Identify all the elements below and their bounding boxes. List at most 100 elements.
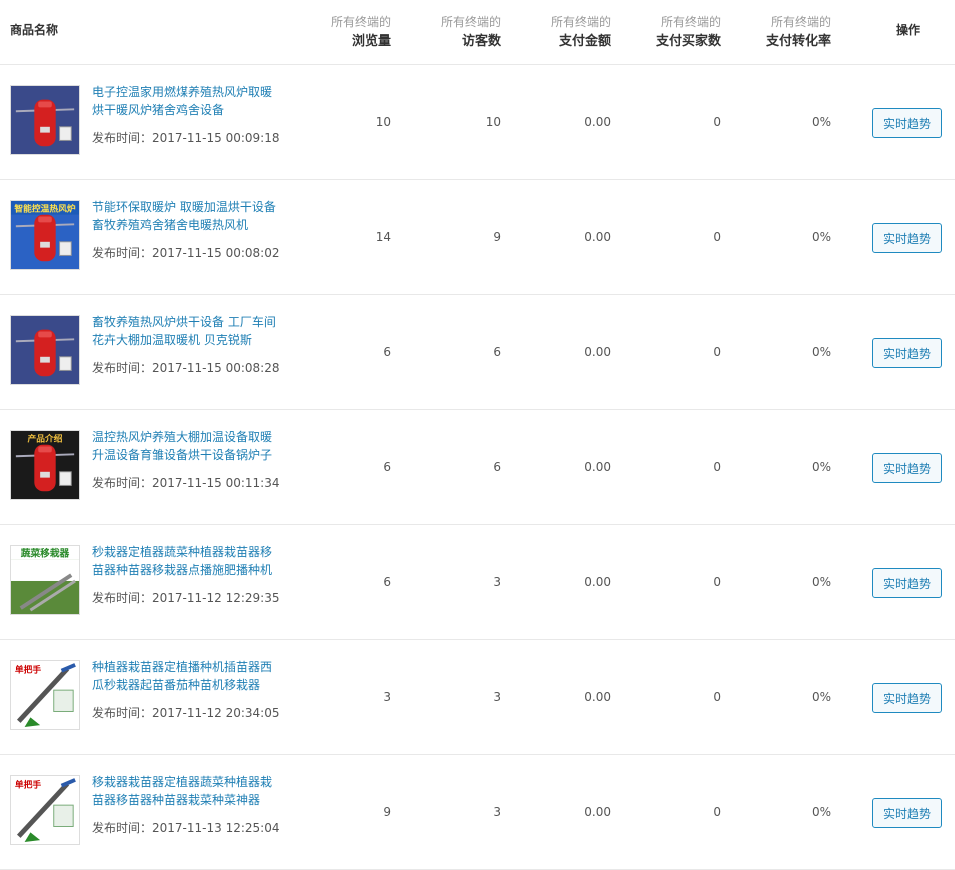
publish-time: 发布时间：2017-11-15 00:09:18 xyxy=(92,129,279,146)
publish-time: 发布时间：2017-11-12 12:29:35 xyxy=(92,589,279,606)
product-name-line1: 节能环保取暖炉 取暖加温烘干设备 xyxy=(92,200,276,214)
realtime-trend-button[interactable]: 实时趋势 xyxy=(872,453,942,483)
visitors-cell: 3 xyxy=(493,575,501,589)
pay-buyers-cell: 0 xyxy=(713,115,721,129)
pay-buyers-cell: 0 xyxy=(713,805,721,819)
table-row: 电子控温家用燃煤养殖热风炉取暖 烘干暖风炉猪舍鸡舍设备发布时间：2017-11-1… xyxy=(0,65,955,180)
visitors-cell: 10 xyxy=(485,115,501,129)
publish-time-value: 2017-11-15 00:11:34 xyxy=(152,476,280,490)
product-name-line2: 瓜秒栽器起苗番茄种苗机移栽器 xyxy=(92,678,261,692)
product-name-link[interactable]: 移栽器栽苗器定植器蔬菜种植器栽 苗器移苗器种苗器栽菜种菜神器 xyxy=(92,773,282,809)
product-name-link[interactable]: 温控热风炉养殖大棚加温设备取暖 升温设备育雏设备烘干设备锅炉子 xyxy=(92,428,282,464)
header-conversion-rate[interactable]: 所有终端的 支付转化率 xyxy=(721,12,831,52)
publish-time-value: 2017-11-12 12:29:35 xyxy=(152,591,280,605)
pay-amount-cell: 0.00 xyxy=(584,460,611,474)
header-pay-buyers-prefix: 所有终端的 xyxy=(660,15,721,29)
conversion-rate-cell: 0% xyxy=(811,805,831,819)
pay-amount-cell: 0.00 xyxy=(584,345,611,359)
publish-time-value: 2017-11-15 00:08:28 xyxy=(152,361,280,375)
svg-text:单把手: 单把手 xyxy=(15,664,41,676)
publish-time: 发布时间：2017-11-12 20:34:05 xyxy=(92,704,279,721)
product-name-line2: 花卉大棚加温取暖机 贝克锐斯 xyxy=(92,333,252,347)
views-cell: 10 xyxy=(375,115,391,129)
conversion-rate-cell: 0% xyxy=(811,460,831,474)
publish-time-prefix: 发布时间： xyxy=(92,361,153,375)
product-name-link[interactable]: 秒栽器定植器蔬菜种植器栽苗器移 苗器种苗器移栽器点播施肥播种机 xyxy=(92,543,282,579)
conversion-rate-cell: 0% xyxy=(811,575,831,589)
product-thumbnail[interactable]: 智能控温热风炉 xyxy=(10,200,80,270)
product-thumbnail[interactable]: 蔬菜移栽器 xyxy=(10,545,80,615)
table-row: 单把手 种植器栽苗器定植播种机插苗器西 瓜秒栽器起苗番茄种苗机移栽器发布时间：201… xyxy=(0,640,955,755)
visitors-cell: 6 xyxy=(493,460,501,474)
product-name-link[interactable]: 电子控温家用燃煤养殖热风炉取暖 烘干暖风炉猪舍鸡舍设备 xyxy=(92,83,282,119)
realtime-trend-button[interactable]: 实时趋势 xyxy=(872,223,942,253)
realtime-trend-button[interactable]: 实时趋势 xyxy=(872,338,942,368)
header-views-prefix: 所有终端的 xyxy=(330,15,391,29)
header-pay-amount-prefix: 所有终端的 xyxy=(550,15,611,29)
publish-time: 发布时间：2017-11-13 12:25:04 xyxy=(92,819,279,836)
publish-time-prefix: 发布时间： xyxy=(92,131,153,145)
header-visitors-prefix: 所有终端的 xyxy=(440,15,501,29)
product-name-line1: 种植器栽苗器定植播种机插苗器西 xyxy=(92,660,273,674)
thumb-label-text: 产品介绍 xyxy=(28,433,63,445)
pay-buyers-cell: 0 xyxy=(713,460,721,474)
views-cell: 3 xyxy=(383,690,391,704)
header-visitors-label: 访客数 xyxy=(461,34,501,49)
publish-time-value: 2017-11-15 00:08:02 xyxy=(152,246,280,260)
views-cell: 14 xyxy=(375,230,391,244)
views-cell: 6 xyxy=(383,575,391,589)
header-pay-amount-label: 支付金额 xyxy=(558,34,611,49)
pay-amount-cell: 0.00 xyxy=(584,690,611,704)
realtime-trend-button[interactable]: 实时趋势 xyxy=(872,798,942,828)
product-name-link[interactable]: 节能环保取暖炉 取暖加温烘干设备 畜牧养殖鸡舍猪舍电暖热风机 xyxy=(92,198,282,234)
thumb-label-text: 智能控温热风炉 xyxy=(14,203,75,215)
product-thumbnail[interactable]: 单把手 xyxy=(10,660,80,730)
table-row: 智能控温热风炉 节能环保取暖炉 取暖加温烘干设备 畜牧养殖鸡舍猪舍电暖热风机 发布时间… xyxy=(0,180,955,295)
views-cell: 6 xyxy=(383,460,391,474)
publish-time-value: 2017-11-12 20:34:05 xyxy=(152,706,280,720)
realtime-trend-button[interactable]: 实时趋势 xyxy=(872,568,942,598)
publish-time: 发布时间：2017-11-15 00:08:28 xyxy=(92,359,279,376)
header-operation: 操作 xyxy=(895,23,920,37)
product-name-link[interactable]: 畜牧养殖热风炉烘干设备 工厂车间 花卉大棚加温取暖机 贝克锐斯 xyxy=(92,313,282,349)
visitors-cell: 3 xyxy=(493,805,501,819)
header-visitors[interactable]: 所有终端的 访客数 xyxy=(391,12,501,52)
product-name-line1: 电子控温家用燃煤养殖热风炉取暖 xyxy=(92,85,273,99)
table-header: 商品名称 所有终端的 浏览量 所有终端的 访客数 所有终端的 支付金额 所有终端… xyxy=(0,0,955,65)
realtime-trend-button[interactable]: 实时趋势 xyxy=(872,108,942,138)
visitors-cell: 3 xyxy=(493,690,501,704)
header-pay-buyers-label: 支付买家数 xyxy=(655,34,721,49)
header-pay-amount[interactable]: 所有终端的 支付金额 xyxy=(501,12,611,52)
product-name-link[interactable]: 种植器栽苗器定植播种机插苗器西 瓜秒栽器起苗番茄种苗机移栽器 xyxy=(92,658,282,694)
product-stats-table: 商品名称 所有终端的 浏览量 所有终端的 访客数 所有终端的 支付金额 所有终端… xyxy=(0,0,955,870)
product-thumbnail[interactable] xyxy=(10,85,80,155)
product-name-line1: 移栽器栽苗器定植器蔬菜种植器栽 xyxy=(92,775,273,789)
views-cell: 9 xyxy=(383,805,391,819)
header-product-name[interactable]: 商品名称 xyxy=(10,21,58,38)
svg-text:单把手: 单把手 xyxy=(15,779,41,791)
publish-time-prefix: 发布时间： xyxy=(92,591,153,605)
pay-buyers-cell: 0 xyxy=(713,690,721,704)
conversion-rate-cell: 0% xyxy=(811,230,831,244)
product-thumbnail[interactable]: 产品介绍 xyxy=(10,430,80,500)
pay-amount-cell: 0.00 xyxy=(584,575,611,589)
conversion-rate-cell: 0% xyxy=(811,690,831,704)
pay-buyers-cell: 0 xyxy=(713,230,721,244)
header-views[interactable]: 所有终端的 浏览量 xyxy=(281,12,391,52)
product-name-line2: 畜牧养殖鸡舍猪舍电暖热风机 xyxy=(92,218,249,232)
svg-text:蔬菜移栽器: 蔬菜移栽器 xyxy=(21,547,70,560)
header-views-label: 浏览量 xyxy=(351,34,391,49)
header-conversion-rate-label: 支付转化率 xyxy=(765,34,831,49)
product-name-line1: 秒栽器定植器蔬菜种植器栽苗器移 xyxy=(92,545,273,559)
table-row: 单把手 移栽器栽苗器定植器蔬菜种植器栽 苗器移苗器种苗器栽菜种菜神器发布时间：201… xyxy=(0,755,955,870)
product-name-line1: 畜牧养殖热风炉烘干设备 工厂车间 xyxy=(92,315,276,329)
product-thumbnail[interactable]: 单把手 xyxy=(10,775,80,845)
pay-buyers-cell: 0 xyxy=(713,575,721,589)
table-row: 蔬菜移栽器 秒栽器定植器蔬菜种植器栽苗器移 苗器种苗器移栽器点播施肥播种机发布时间：… xyxy=(0,525,955,640)
table-body: 电子控温家用燃煤养殖热风炉取暖 烘干暖风炉猪舍鸡舍设备 发布时间：2017-11-1… xyxy=(0,65,955,870)
header-pay-buyers[interactable]: 所有终端的 支付买家数 xyxy=(611,12,721,52)
pay-amount-cell: 0.00 xyxy=(584,115,611,129)
conversion-rate-cell: 0% xyxy=(811,345,831,359)
product-thumbnail[interactable] xyxy=(10,315,80,385)
realtime-trend-button[interactable]: 实时趋势 xyxy=(872,683,942,713)
